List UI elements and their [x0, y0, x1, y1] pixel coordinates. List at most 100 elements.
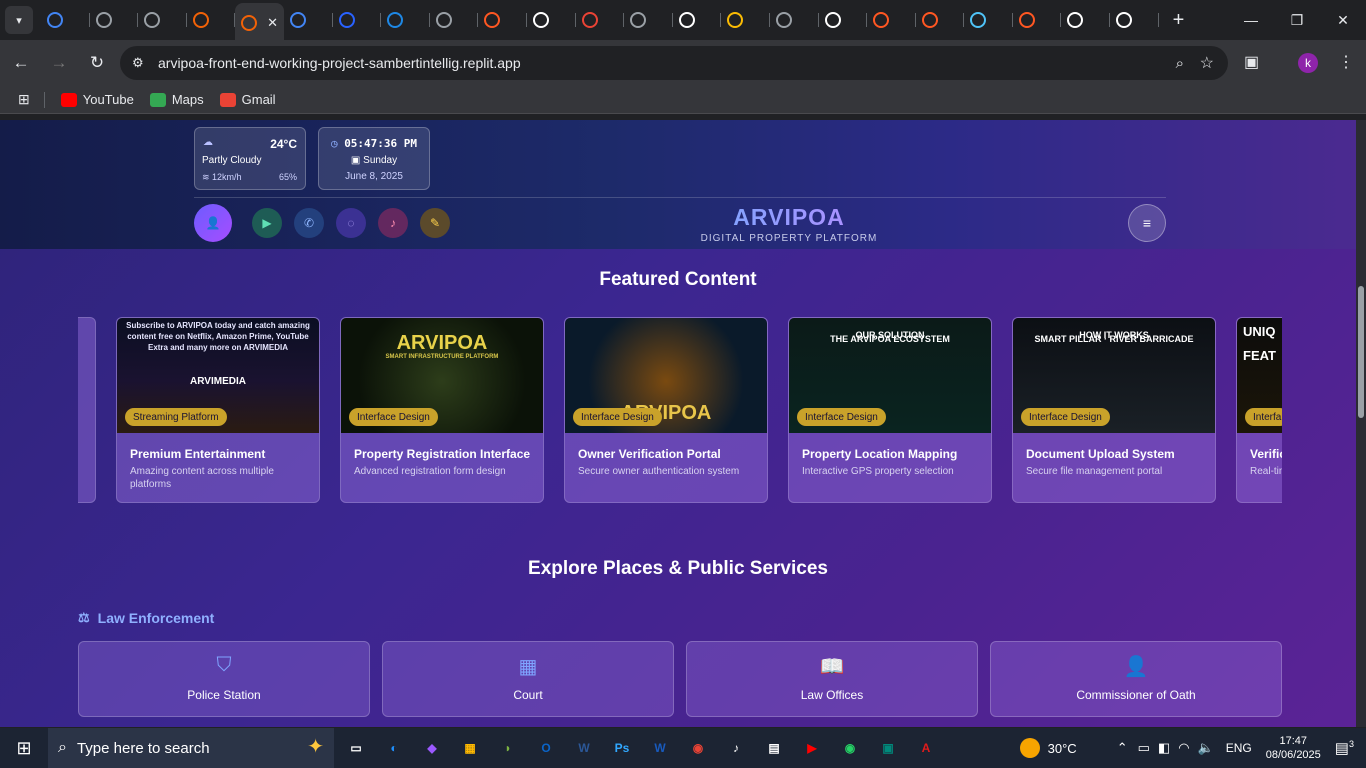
browser-tab[interactable] [1110, 3, 1159, 37]
profile-avatar[interactable]: k [1298, 53, 1318, 73]
word-icon[interactable]: W [568, 732, 600, 764]
featured-carousel[interactable]: Subscribe to ARVIPOA today and catch ama… [78, 317, 1282, 503]
tray-chevron-icon[interactable]: ⌃ [1117, 740, 1128, 756]
notification-center-icon[interactable]: ▤3 [1335, 739, 1354, 757]
volume-icon[interactable]: 🔈 [1198, 740, 1214, 756]
bookmark-youtube[interactable]: YouTube [60, 92, 134, 107]
new-tab-button[interactable]: + [1173, 9, 1185, 32]
wifi-icon[interactable]: ◠ [1178, 740, 1189, 756]
hamburger-menu-button[interactable]: ≡ [1128, 204, 1166, 242]
browser-tab[interactable] [770, 3, 819, 37]
windows-start-button[interactable]: ⊞ [0, 728, 48, 768]
browser-tab[interactable] [673, 3, 722, 37]
service-card[interactable]: ⛉ Police Station [78, 641, 370, 717]
tiktok-icon[interactable]: ♪ [720, 732, 752, 764]
address-bar[interactable]: ⚙ arvipoa-front-end-working-project-samb… [120, 46, 1228, 80]
browser-tab[interactable] [90, 3, 139, 37]
browser-tab[interactable] [624, 3, 673, 37]
browser-tab[interactable] [187, 3, 236, 37]
language-indicator[interactable]: ENG [1226, 741, 1252, 755]
browser-tab[interactable] [138, 3, 187, 37]
phone-call-button[interactable]: ✆ [294, 208, 324, 238]
tab-search-button[interactable]: ▾ [5, 6, 33, 34]
service-card[interactable]: 📖 Law Offices [686, 641, 978, 717]
featured-card[interactable]: HOW IT WORKS SMART PILLAR · RIVER BARRICA… [1012, 317, 1216, 503]
browser-tab[interactable] [430, 3, 479, 37]
maximize-button[interactable]: ❐ [1274, 0, 1320, 40]
browser-tab[interactable] [1013, 3, 1062, 37]
maps-icon[interactable]: ◗ [492, 732, 524, 764]
browser-tab[interactable] [964, 3, 1013, 37]
browser-tab[interactable] [333, 3, 382, 37]
minimize-button[interactable]: — [1228, 0, 1274, 40]
browser-tab[interactable] [527, 3, 576, 37]
browser-menu-icon[interactable]: ⋮ [1338, 52, 1354, 72]
forward-button[interactable]: → [42, 46, 76, 80]
app-icon[interactable]: ◉ [834, 732, 866, 764]
back-button[interactable]: ← [4, 46, 38, 80]
tab-close-icon[interactable]: ✕ [267, 15, 278, 31]
browser-tab[interactable] [576, 3, 625, 37]
browser-tab[interactable] [721, 3, 770, 37]
acrobat-icon[interactable]: A [910, 732, 942, 764]
card-badge: Interface Design [349, 408, 438, 426]
service-label: Commissioner of Oath [1076, 688, 1196, 702]
carousel-card-partial[interactable] [78, 317, 96, 503]
browser-tab[interactable] [381, 3, 430, 37]
featured-card[interactable]: ARVIPOA SMART INFRASTRUCTURE PLATFORM Inte… [340, 317, 544, 503]
clock-area[interactable]: 17:47 08/06/2025 [1266, 734, 1321, 762]
service-card[interactable]: 👤 Commissioner of Oath [990, 641, 1282, 717]
browser-tab[interactable] [867, 3, 916, 37]
chrome-icon[interactable]: ◉ [682, 732, 714, 764]
browser-tab[interactable] [916, 3, 965, 37]
outlook-icon[interactable]: O [530, 732, 562, 764]
scrollbar-thumb[interactable] [1358, 286, 1364, 418]
brand-logo[interactable]: ARVIPOA DIGITAL PROPERTY PLATFORM [700, 204, 878, 244]
card-image-caption: UNIQ [1243, 324, 1276, 339]
edge-icon[interactable]: ◐ [378, 732, 410, 764]
apps-grid-icon[interactable]: ⊞ [18, 91, 30, 108]
user-profile-button[interactable]: 👤 [194, 204, 232, 242]
battery-icon[interactable]: ▭ [1138, 740, 1150, 756]
word-icon[interactable]: W [644, 732, 676, 764]
chat-button[interactable]: ◌ [336, 208, 366, 238]
page-scrollbar[interactable] [1356, 120, 1366, 727]
featured-card[interactable]: UNIQ FEAT Interfa Verific Real-tim [1236, 317, 1282, 503]
services-title: Explore Places & Public Services [528, 558, 828, 579]
edit-button[interactable]: ✎ [420, 208, 450, 238]
bookmark-maps[interactable]: Maps [149, 92, 204, 107]
network-icon[interactable]: ◧ [1158, 740, 1170, 756]
video-call-button[interactable]: ▶ [252, 208, 282, 238]
featured-card[interactable]: Subscribe to ARVIPOA today and catch ama… [116, 317, 320, 503]
zoom-icon[interactable]: ⌕ [1176, 55, 1184, 72]
bookmark-gmail[interactable]: Gmail [219, 92, 276, 107]
youtube-icon[interactable]: ▶ [796, 732, 828, 764]
browser-tab[interactable] [284, 3, 333, 37]
taskbar-time: 17:47 [1279, 735, 1308, 747]
browser-tab[interactable] [478, 3, 527, 37]
close-window-button[interactable]: ✕ [1320, 0, 1366, 40]
bookmark-label: Gmail [241, 92, 276, 107]
browser-tab[interactable] [41, 3, 90, 37]
store-icon[interactable]: ▦ [454, 732, 486, 764]
task-view-icon[interactable]: ▭ [340, 732, 372, 764]
bookmark-star-icon[interactable]: ☆ [1200, 53, 1214, 73]
taskbar-search[interactable]: ⌕ Type here to search ✦ [48, 728, 334, 768]
files-icon[interactable]: ▤ [758, 732, 790, 764]
copilot-icon[interactable]: ◆ [416, 732, 448, 764]
service-card[interactable]: ▦ Court [382, 641, 674, 717]
browser-tab[interactable] [819, 3, 868, 37]
browser-tab[interactable]: ✕ [235, 3, 284, 43]
reload-button[interactable]: ↻ [80, 46, 114, 80]
photoshop-icon[interactable]: Ps [606, 732, 638, 764]
meet-icon[interactable]: ▣ [872, 732, 904, 764]
extensions-icon[interactable]: ▣ [1244, 52, 1259, 72]
building-icon: ▦ [518, 656, 538, 678]
copilot-sparkle-icon: ✦ [307, 736, 324, 758]
browser-tab[interactable] [1061, 3, 1111, 37]
notifications-button[interactable]: ♪ [378, 208, 408, 238]
taskbar-weather[interactable]: 30°C [1048, 741, 1077, 756]
featured-card[interactable]: ARVIPOA Interface Design Owner Verificatio… [564, 317, 768, 503]
featured-card[interactable]: OUR SOLUTION THE ARVIPOA ECOSYSTEM Interfa… [788, 317, 992, 503]
site-info-icon[interactable]: ⚙ [132, 55, 148, 71]
